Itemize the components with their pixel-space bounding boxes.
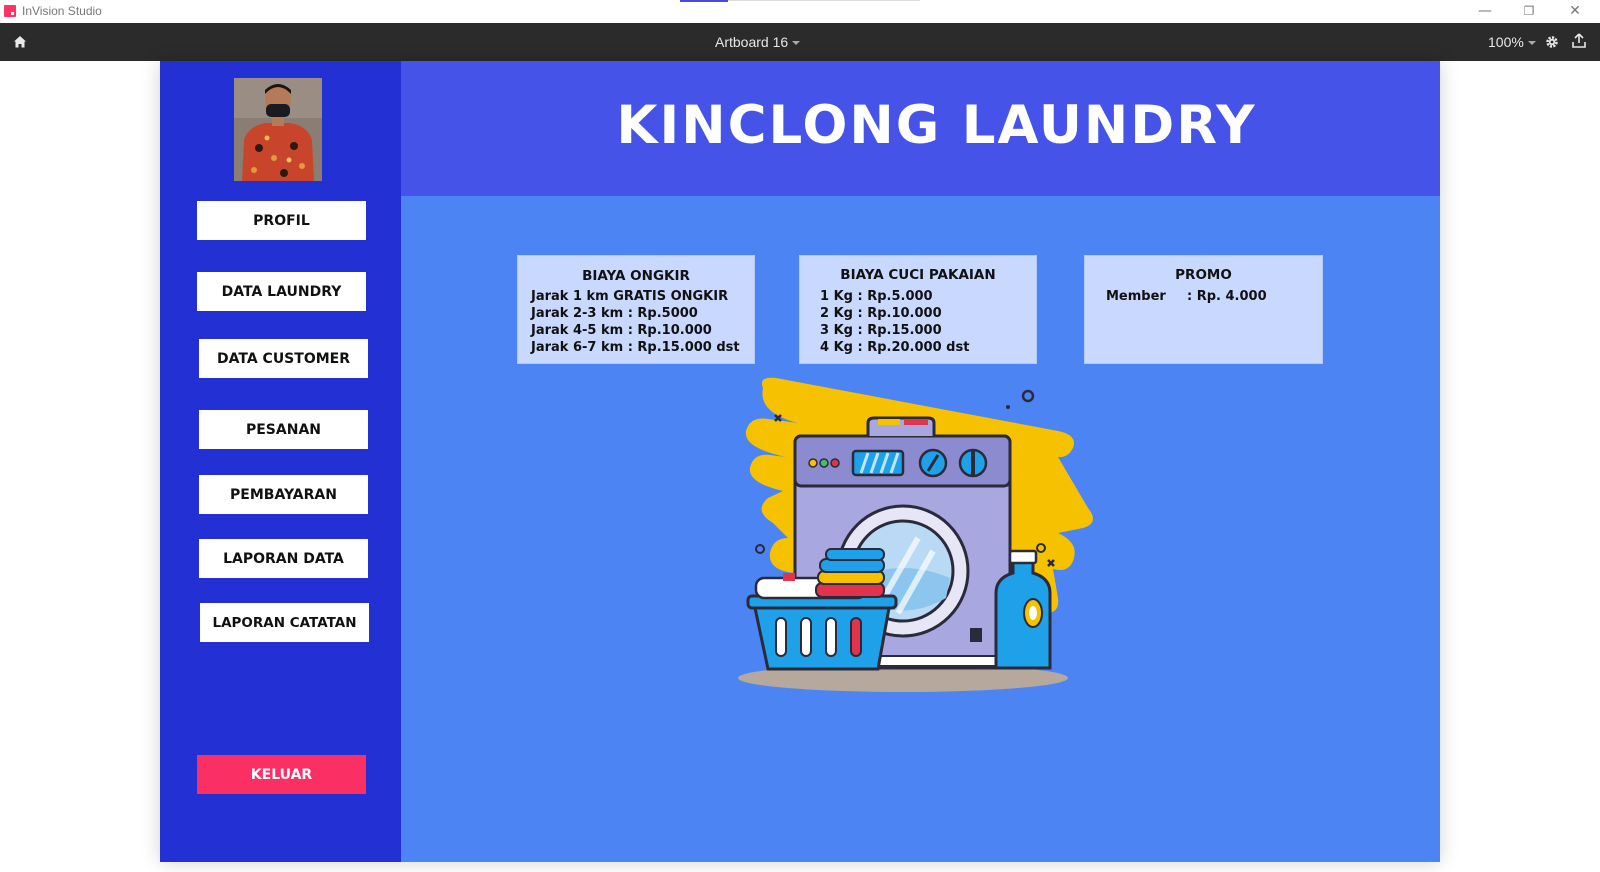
window-titlebar: InVision Studio — ❐ ✕ [0,0,1600,23]
promo-member-label: Member [1106,289,1166,304]
zoom-selector[interactable]: 100% [1488,34,1536,50]
nav-pesanan-button[interactable]: PESANAN [199,410,368,449]
tab-indicator [680,0,728,2]
ongkir-title: BIAYA ONGKIR [582,268,690,284]
promo-member-value: : Rp. 4.000 [1187,289,1267,304]
artboard: PROFIL DATA LAUNDRY DATA CUSTOMER PESANA… [160,61,1440,862]
close-button[interactable]: ✕ [1566,2,1584,20]
cuci-title: BIAYA CUCI PAKAIAN [840,267,996,283]
studio-toolbar: Artboard 16 100% [0,23,1600,61]
ongkir-card: BIAYA ONGKIR Jarak 1 km GRATIS ONGKIR Ja… [517,255,755,364]
nav-laporan-data-button[interactable]: LAPORAN DATA [199,539,368,578]
avatar [234,78,322,181]
sidebar: PROFIL DATA LAUNDRY DATA CUSTOMER PESANA… [160,61,401,862]
artboard-selector[interactable]: Artboard 16 [715,34,801,50]
nav-data-laundry-button[interactable]: DATA LAUNDRY [197,272,366,311]
brand-title: KINCLONG LAUNDRY [616,95,1257,156]
home-icon[interactable] [13,35,27,49]
gear-icon[interactable] [1544,34,1560,50]
nav-profil-button[interactable]: PROFIL [197,201,366,240]
ongkir-line: Jarak 1 km GRATIS ONGKIR [531,289,729,304]
chevron-down-icon [1527,41,1536,46]
ongkir-line: Jarak 2-3 km : Rp.5000 [531,306,698,321]
cuci-line: 4 Kg : Rp.20.000 dst [820,340,970,355]
cuci-line: 2 Kg : Rp.10.000 [820,306,942,321]
nav-pembayaran-button[interactable]: PEMBAYARAN [199,475,368,514]
nav-laporan-catatan-button[interactable]: LAPORAN CATATAN [200,603,369,642]
cuci-line: 1 Kg : Rp.5.000 [820,289,933,304]
zoom-value: 100% [1488,34,1524,50]
nav-data-customer-button[interactable]: DATA CUSTOMER [199,339,368,378]
promo-card: PROMO Member : Rp. 4.000 [1084,255,1323,364]
restore-button[interactable]: ❐ [1520,2,1538,20]
share-icon[interactable] [1571,33,1587,49]
ongkir-line: Jarak 6-7 km : Rp.15.000 dst [531,340,740,355]
invision-logo-icon [4,5,16,17]
ongkir-line: Jarak 4-5 km : Rp.10.000 [531,323,712,338]
cuci-line: 3 Kg : Rp.15.000 [820,323,942,338]
header-banner: KINCLONG LAUNDRY [401,61,1440,196]
logout-button[interactable]: KELUAR [197,755,366,794]
minimize-button[interactable]: — [1476,2,1494,20]
app-title: InVision Studio [22,4,102,18]
washing-machine-illustration [738,377,1093,692]
promo-title: PROMO [1175,267,1232,283]
chevron-down-icon [792,41,801,46]
artboard-name: Artboard 16 [715,34,789,50]
main-content: BIAYA ONGKIR Jarak 1 km GRATIS ONGKIR Ja… [401,196,1440,862]
cuci-card: BIAYA CUCI PAKAIAN 1 Kg : Rp.5.000 2 Kg … [799,255,1037,364]
design-canvas: PROFIL DATA LAUNDRY DATA CUSTOMER PESANA… [0,61,1600,872]
tab-divider [728,0,920,1]
